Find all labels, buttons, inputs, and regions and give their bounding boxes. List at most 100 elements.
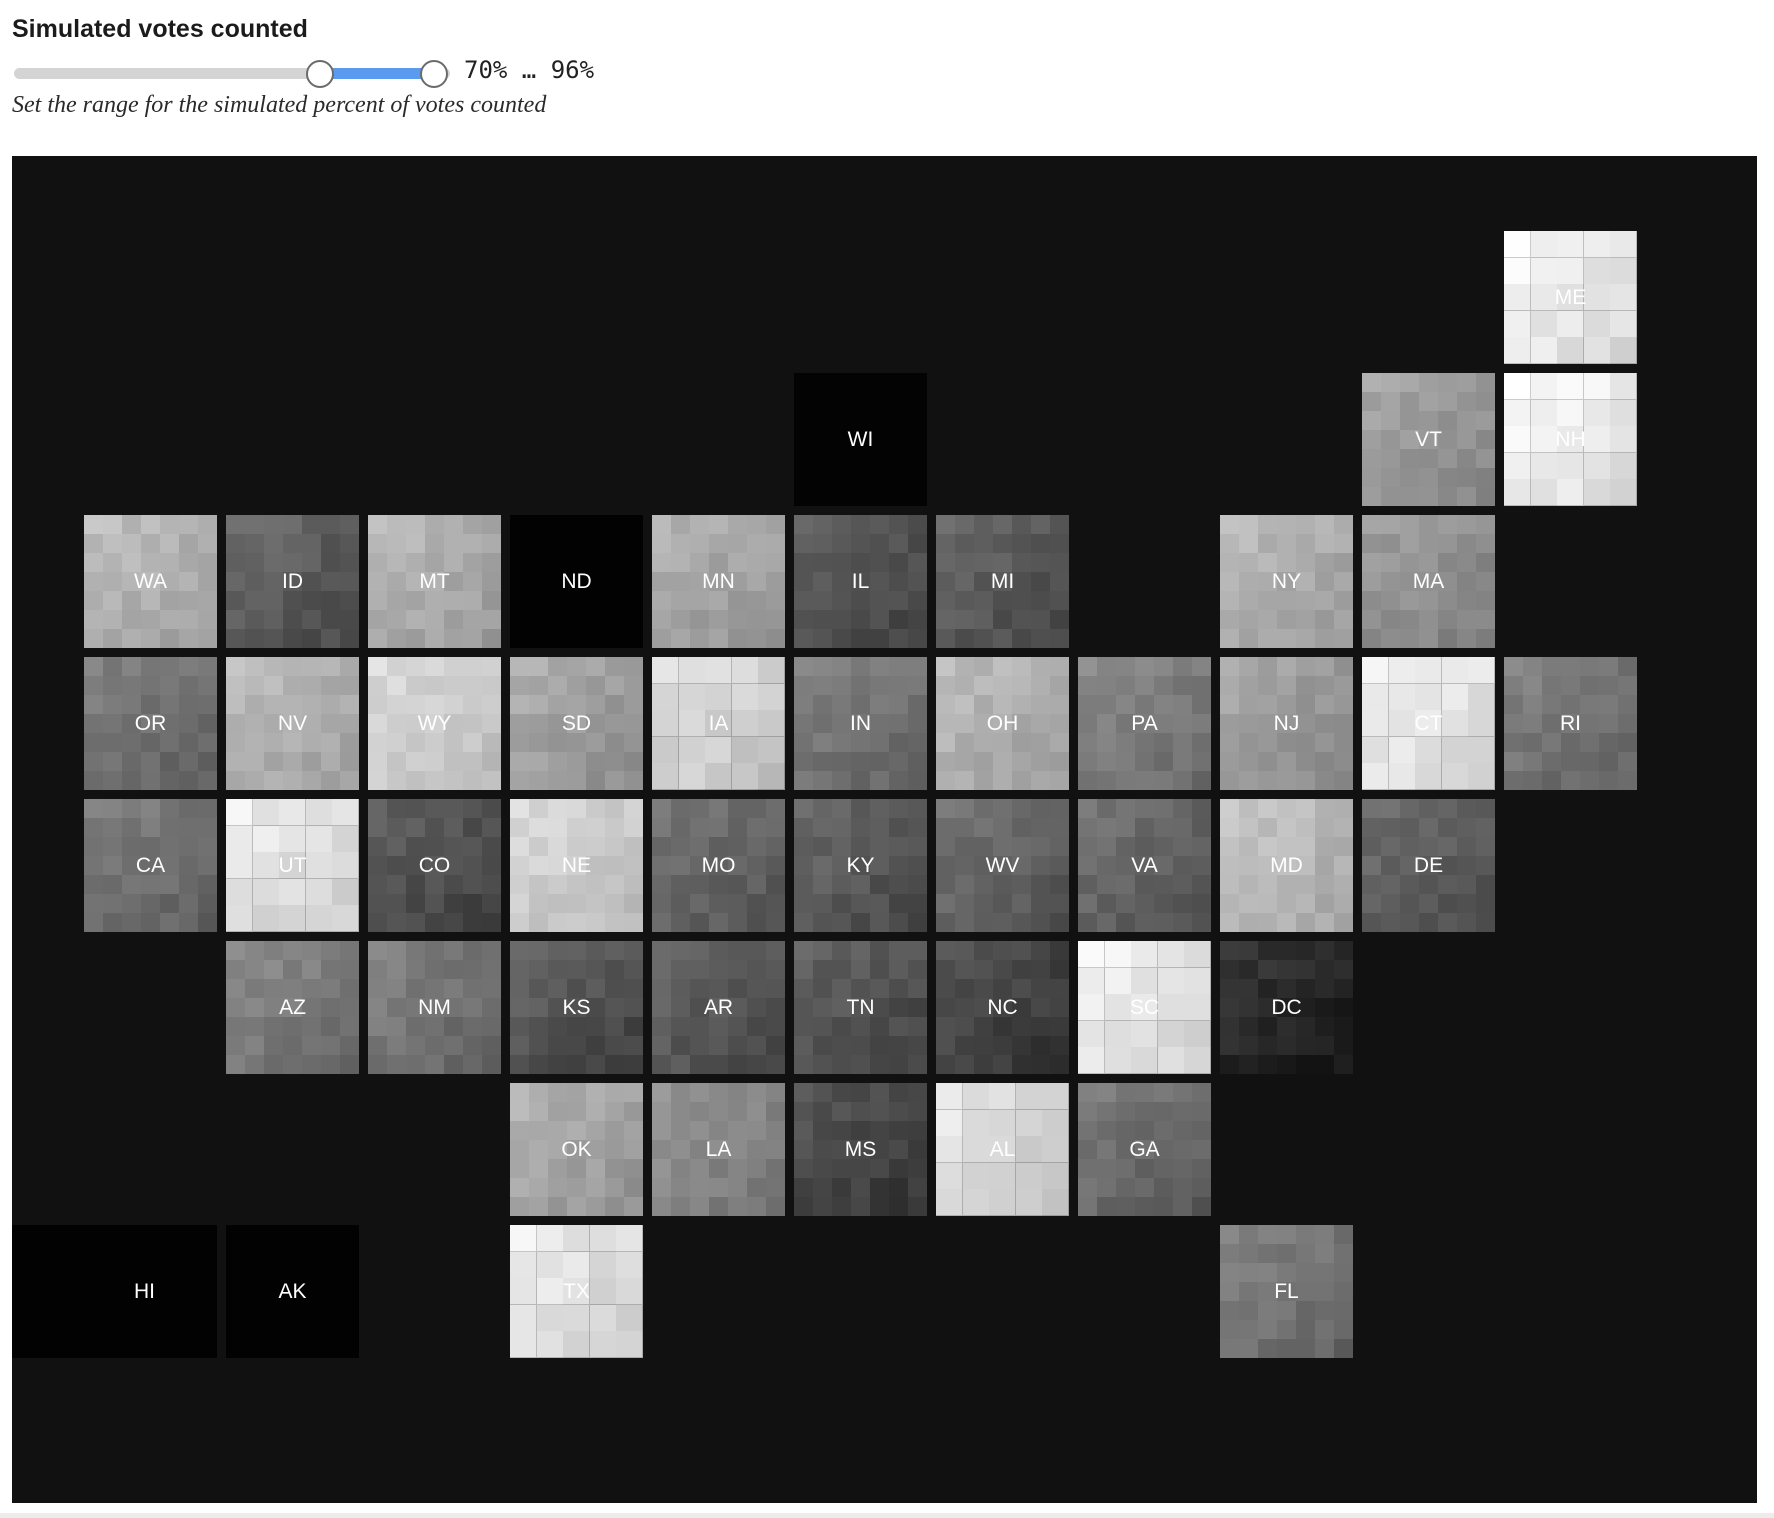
county-cell <box>813 979 833 999</box>
state-tile-mt[interactable]: MT <box>368 515 501 648</box>
state-tile-oh[interactable]: OH <box>936 657 1069 790</box>
county-cell <box>586 875 606 895</box>
state-tile-ne[interactable]: NE <box>510 799 643 932</box>
county-cell <box>406 818 426 838</box>
state-tile-al[interactable]: AL <box>936 1083 1069 1216</box>
state-tile-mi[interactable]: MI <box>936 515 1069 648</box>
state-tile-wa[interactable]: WA <box>84 515 217 648</box>
county-cell <box>264 610 284 630</box>
county-cell <box>141 856 161 876</box>
state-tile-in[interactable]: IN <box>794 657 927 790</box>
county-cell <box>1258 1036 1278 1056</box>
state-tile-ri[interactable]: RI <box>1504 657 1637 790</box>
state-tile-hi[interactable]: HI <box>12 1225 217 1358</box>
county-cell <box>671 1178 691 1198</box>
state-tile-wy[interactable]: WY <box>368 657 501 790</box>
state-tile-ak[interactable]: AK <box>226 1225 359 1358</box>
county-cell <box>1116 894 1136 914</box>
county-cell <box>425 572 445 592</box>
county-cell <box>851 553 871 573</box>
county-cell <box>1258 979 1278 999</box>
county-cell <box>141 534 161 554</box>
county-cell <box>1015 1083 1043 1111</box>
state-tile-la[interactable]: LA <box>652 1083 785 1216</box>
county-cell <box>245 1017 265 1037</box>
state-tile-id[interactable]: ID <box>226 515 359 648</box>
state-tile-dc[interactable]: DC <box>1220 941 1353 1074</box>
state-tile-mn[interactable]: MN <box>652 515 785 648</box>
state-tile-ms[interactable]: MS <box>794 1083 927 1216</box>
county-cell <box>936 979 956 999</box>
county-cell <box>1315 676 1335 696</box>
state-tile-wi[interactable]: WI <box>794 373 927 506</box>
state-tile-or[interactable]: OR <box>84 657 217 790</box>
county-cell <box>813 1178 833 1198</box>
state-tile-me[interactable]: ME <box>1504 231 1637 364</box>
county-cell <box>387 657 407 677</box>
state-tile-ma[interactable]: MA <box>1362 515 1495 648</box>
county-cell <box>368 1055 388 1074</box>
state-tile-ar[interactable]: AR <box>652 941 785 1074</box>
county-cell <box>567 818 587 838</box>
county-cell <box>1220 837 1240 857</box>
state-tile-md[interactable]: MD <box>1220 799 1353 932</box>
state-tile-az[interactable]: AZ <box>226 941 359 1074</box>
state-tile-ia[interactable]: IA <box>652 657 785 790</box>
county-cell <box>1388 657 1416 685</box>
state-tile-fl[interactable]: FL <box>1220 1225 1353 1358</box>
state-tile-nm[interactable]: NM <box>368 941 501 1074</box>
state-tile-ga[interactable]: GA <box>1078 1083 1211 1216</box>
state-tile-ct[interactable]: CT <box>1362 657 1495 790</box>
state-tile-mo[interactable]: MO <box>652 799 785 932</box>
county-cell <box>1239 837 1259 857</box>
state-tile-wv[interactable]: WV <box>936 799 1069 932</box>
county-cell <box>1050 676 1069 696</box>
state-tile-nd[interactable]: ND <box>510 515 643 648</box>
county-cell <box>1504 284 1532 312</box>
county-cell <box>936 1136 964 1164</box>
county-cell <box>482 534 501 554</box>
county-cell <box>908 960 927 980</box>
state-tile-ca[interactable]: CA <box>84 799 217 932</box>
state-tile-sd[interactable]: SD <box>510 657 643 790</box>
slider-high-handle[interactable] <box>419 60 448 88</box>
state-tile-vt[interactable]: VT <box>1362 373 1495 506</box>
state-tile-pa[interactable]: PA <box>1078 657 1211 790</box>
state-tile-sc[interactable]: SC <box>1078 941 1211 1074</box>
county-cell <box>962 1083 990 1111</box>
state-tile-il[interactable]: IL <box>794 515 927 648</box>
state-tile-nj[interactable]: NJ <box>1220 657 1353 790</box>
state-tile-nc[interactable]: NC <box>936 941 1069 1074</box>
county-cell <box>1476 468 1495 488</box>
county-cell <box>1012 837 1032 857</box>
county-cell <box>1239 1282 1259 1302</box>
county-cell <box>1438 449 1458 469</box>
county-cell <box>444 572 464 592</box>
state-tile-nv[interactable]: NV <box>226 657 359 790</box>
state-tile-ky[interactable]: KY <box>794 799 927 932</box>
county-cell <box>444 998 464 1018</box>
state-tile-tx[interactable]: TX <box>510 1225 643 1358</box>
range-slider[interactable]: 70% … 96% <box>12 52 652 92</box>
state-tile-va[interactable]: VA <box>1078 799 1211 932</box>
state-tile-ks[interactable]: KS <box>510 941 643 1074</box>
state-tile-co[interactable]: CO <box>368 799 501 932</box>
county-cell <box>974 629 994 648</box>
state-tile-tn[interactable]: TN <box>794 941 927 1074</box>
county-cell <box>283 714 303 734</box>
county-cell <box>340 676 359 696</box>
state-tile-ut[interactable]: UT <box>226 799 359 932</box>
state-tile-de[interactable]: DE <box>1362 799 1495 932</box>
county-cell <box>1557 479 1585 506</box>
county-cell <box>1334 629 1353 648</box>
state-tile-ny[interactable]: NY <box>1220 515 1353 648</box>
state-tile-ok[interactable]: OK <box>510 1083 643 1216</box>
slider-low-handle[interactable] <box>306 60 335 88</box>
state-tile-nh[interactable]: NH <box>1504 373 1637 506</box>
county-cell <box>1334 856 1353 876</box>
county-cell <box>84 657 104 677</box>
county-cell <box>794 1102 814 1122</box>
county-cell <box>368 979 388 999</box>
county-cell <box>1381 373 1401 393</box>
county-cell <box>510 960 530 980</box>
